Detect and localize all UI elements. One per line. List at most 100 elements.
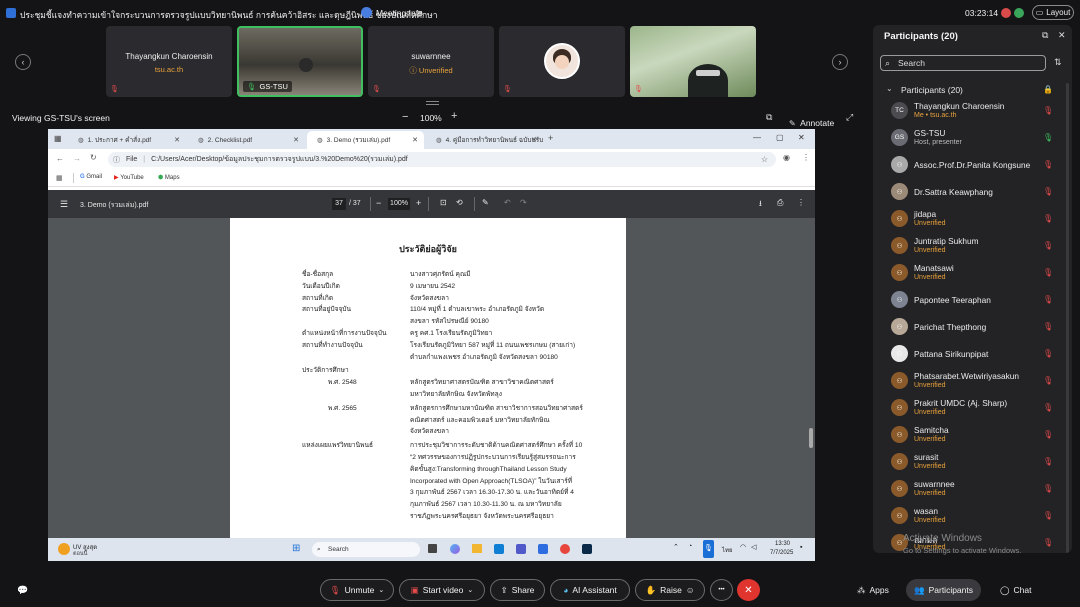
- mic-muted-icon[interactable]: 🎙: [1043, 295, 1053, 304]
- mic-muted-icon[interactable]: 🎙: [1043, 241, 1053, 250]
- participant-row[interactable]: ⚇ surasit Unverified 🎙: [873, 449, 1072, 476]
- download-icon[interactable]: ⭳: [759, 198, 762, 212]
- rotate-icon[interactable]: ⟲: [456, 198, 463, 207]
- teams-icon[interactable]: [516, 544, 526, 554]
- tray-mic-icon[interactable]: 🎙: [703, 540, 714, 558]
- pop-out-icon[interactable]: ⧉: [1042, 30, 1048, 41]
- raise-hand-button[interactable]: ✋ Raise ☺: [635, 579, 705, 601]
- taskbar-date[interactable]: 7/7/2025: [770, 550, 793, 556]
- input-language[interactable]: ไทย: [722, 545, 733, 555]
- participant-row[interactable]: ⚇ Papontee Teeraphan 🎙: [873, 287, 1072, 314]
- reactions-icon[interactable]: ☺: [686, 585, 695, 595]
- close-icon[interactable]: ✕: [412, 136, 418, 144]
- reload-icon[interactable]: ↻: [90, 153, 97, 162]
- tab-menu-icon[interactable]: ▦: [54, 134, 64, 144]
- video-tile-2[interactable]: 🎙 GS-TSU: [237, 26, 363, 97]
- participant-row[interactable]: ⚇ wasan Unverified 🎙: [873, 503, 1072, 530]
- url-input[interactable]: ⓘ File | C:/Users/Acer/Desktop/ข้อมูลประ…: [108, 152, 776, 167]
- captions-icon[interactable]: 💬: [17, 585, 28, 596]
- task-view-icon[interactable]: [428, 544, 437, 553]
- participant-row[interactable]: ⚇ Dr.Sattra Keawphang 🎙: [873, 179, 1072, 206]
- video-tile-3[interactable]: suwarnnee ⓘ Unverified 🎙: [368, 26, 494, 97]
- print-icon[interactable]: ⎙: [777, 198, 783, 208]
- close-icon[interactable]: ✕: [531, 136, 537, 144]
- lock-icon[interactable]: 🔒: [1043, 85, 1053, 94]
- panel-scrollbar[interactable]: [1066, 83, 1069, 553]
- participant-row[interactable]: ⚇ Pattana Sirikunpipat 🎙: [873, 341, 1072, 368]
- star-icon[interactable]: ☆: [761, 155, 768, 164]
- ai-assistant-button[interactable]: ◕ AI Assistant: [550, 579, 630, 601]
- mic-muted-icon[interactable]: 🎙: [1043, 349, 1053, 358]
- participant-row[interactable]: ⚇ Manatsawi Unverified 🎙: [873, 260, 1072, 287]
- tray-chevron-icon[interactable]: ⌃: [673, 543, 679, 551]
- unmute-button[interactable]: 🎙 Unmute ⌄: [320, 579, 394, 601]
- fullscreen-icon[interactable]: ⤢: [846, 112, 853, 123]
- participant-row[interactable]: ⚇ Juntratip Sukhum Unverified 🎙: [873, 233, 1072, 260]
- video-tile-5[interactable]: 🎙: [630, 26, 756, 97]
- page-number-input[interactable]: 37: [332, 198, 346, 210]
- participants-button[interactable]: 👥 Participants: [906, 579, 982, 601]
- resize-handle[interactable]: [426, 101, 439, 105]
- mic-muted-icon[interactable]: 🎙: [1043, 268, 1053, 277]
- apps-grid-icon[interactable]: ▦: [56, 174, 63, 182]
- pdf-viewer[interactable]: ประวัติย่อผู้วิจัย ชื่อ-ชื่อสกุล นางสาวศุ…: [48, 218, 815, 538]
- participant-row[interactable]: ⚇ Parichat Thepthong 🎙: [873, 314, 1072, 341]
- forward-icon[interactable]: →: [73, 154, 81, 163]
- participant-row[interactable]: ⚇ suwarnnee Unverified 🎙: [873, 476, 1072, 503]
- participant-row[interactable]: ⚇ Prakrit UMDC (Aj. Sharp) Unverified 🎙: [873, 395, 1072, 422]
- chevron-down-icon[interactable]: ⌄: [886, 84, 893, 93]
- close-window-button[interactable]: ✕: [798, 133, 805, 142]
- redo-icon[interactable]: ↷: [520, 198, 527, 207]
- profile-icon[interactable]: ◉: [783, 153, 790, 162]
- participant-row[interactable]: ⚇ jidapa Unverified 🎙: [873, 206, 1072, 233]
- participant-row[interactable]: TC Thayangkun Charoensin Me • tsu.ac.th 🎙: [873, 98, 1072, 125]
- volume-icon[interactable]: ◁: [751, 543, 756, 551]
- video-tile-4[interactable]: 🎙: [499, 26, 625, 97]
- browser-tab-2[interactable]: ◍ 2. Checklist.pdf ✕: [188, 131, 305, 149]
- chrome-icon[interactable]: [560, 544, 570, 554]
- mic-muted-icon[interactable]: 🎙: [1043, 484, 1053, 493]
- participant-row[interactable]: ⚇ Assoc.Prof.Dr.Panita Kongsune 🎙: [873, 152, 1072, 179]
- browser-tab-4[interactable]: ◍ 4. คู่มือการทำวิทยานิพนธ์ ฉบับปรับ ✕: [426, 131, 543, 149]
- store-icon[interactable]: [538, 544, 548, 554]
- mic-muted-icon[interactable]: 🎙: [1043, 187, 1053, 196]
- leave-meeting-button[interactable]: ✕: [737, 579, 760, 601]
- chat-button[interactable]: ◯ Chat: [1000, 579, 1031, 601]
- close-icon[interactable]: ✕: [1058, 30, 1066, 41]
- taskbar-search[interactable]: ⌕ Search: [312, 542, 420, 557]
- menu-icon[interactable]: ☰: [60, 199, 68, 210]
- close-icon[interactable]: ✕: [293, 136, 299, 144]
- new-tab-button[interactable]: +: [548, 133, 553, 143]
- filmstrip-next-button[interactable]: ›: [832, 54, 848, 70]
- zoom-in-button[interactable]: +: [451, 110, 457, 122]
- browser-tab-3[interactable]: ◍ 3. Demo (รวมเล่ม).pdf ✕: [307, 131, 424, 149]
- video-tile-1[interactable]: Thayangkun Charoensin tsu.ac.th 🎙: [106, 26, 232, 97]
- participant-row[interactable]: ⚇ Phatsarabet.Wetwiriyasakun Unverified 🎙: [873, 368, 1072, 395]
- scrollbar-thumb[interactable]: [809, 428, 813, 448]
- file-explorer-icon[interactable]: [472, 544, 482, 553]
- mic-muted-icon[interactable]: 🎙: [1043, 403, 1053, 412]
- taskbar-time[interactable]: 13:30: [775, 541, 790, 547]
- participant-search-input[interactable]: ⌕ Search: [880, 55, 1046, 71]
- more-menu-icon[interactable]: ⋮: [802, 153, 810, 162]
- layout-button[interactable]: ▭ Layout: [1032, 5, 1074, 20]
- minimize-button[interactable]: —: [753, 133, 761, 142]
- share-button[interactable]: ⇪ Share: [490, 579, 545, 601]
- security-shield-icon[interactable]: [1014, 8, 1024, 18]
- mic-muted-icon[interactable]: 🎙: [1043, 511, 1053, 520]
- zoom-out-button[interactable]: −: [376, 198, 381, 208]
- tray-app-icon[interactable]: ◔: [688, 543, 692, 550]
- start-video-button[interactable]: ▣ Start video ⌄: [399, 579, 485, 601]
- more-options-icon[interactable]: ⋮: [797, 198, 805, 207]
- participant-row[interactable]: GS GS-TSU Host, presenter 🎙: [873, 125, 1072, 152]
- close-icon[interactable]: ✕: [174, 136, 180, 144]
- mic-muted-icon[interactable]: 🎙: [1043, 457, 1053, 466]
- bookmark-maps[interactable]: ⬢ Maps: [158, 174, 180, 181]
- meeting-info-icon[interactable]: [361, 7, 372, 18]
- mic-muted-icon[interactable]: 🎙: [1043, 214, 1053, 223]
- participant-row[interactable]: ⚇ Samitcha Unverified 🎙: [873, 422, 1072, 449]
- copilot-icon[interactable]: [450, 544, 460, 554]
- zoom-level[interactable]: 100%: [420, 113, 442, 123]
- meeting-info-button[interactable]: Meeting Info: [376, 8, 423, 18]
- wifi-icon[interactable]: ◠: [740, 543, 746, 551]
